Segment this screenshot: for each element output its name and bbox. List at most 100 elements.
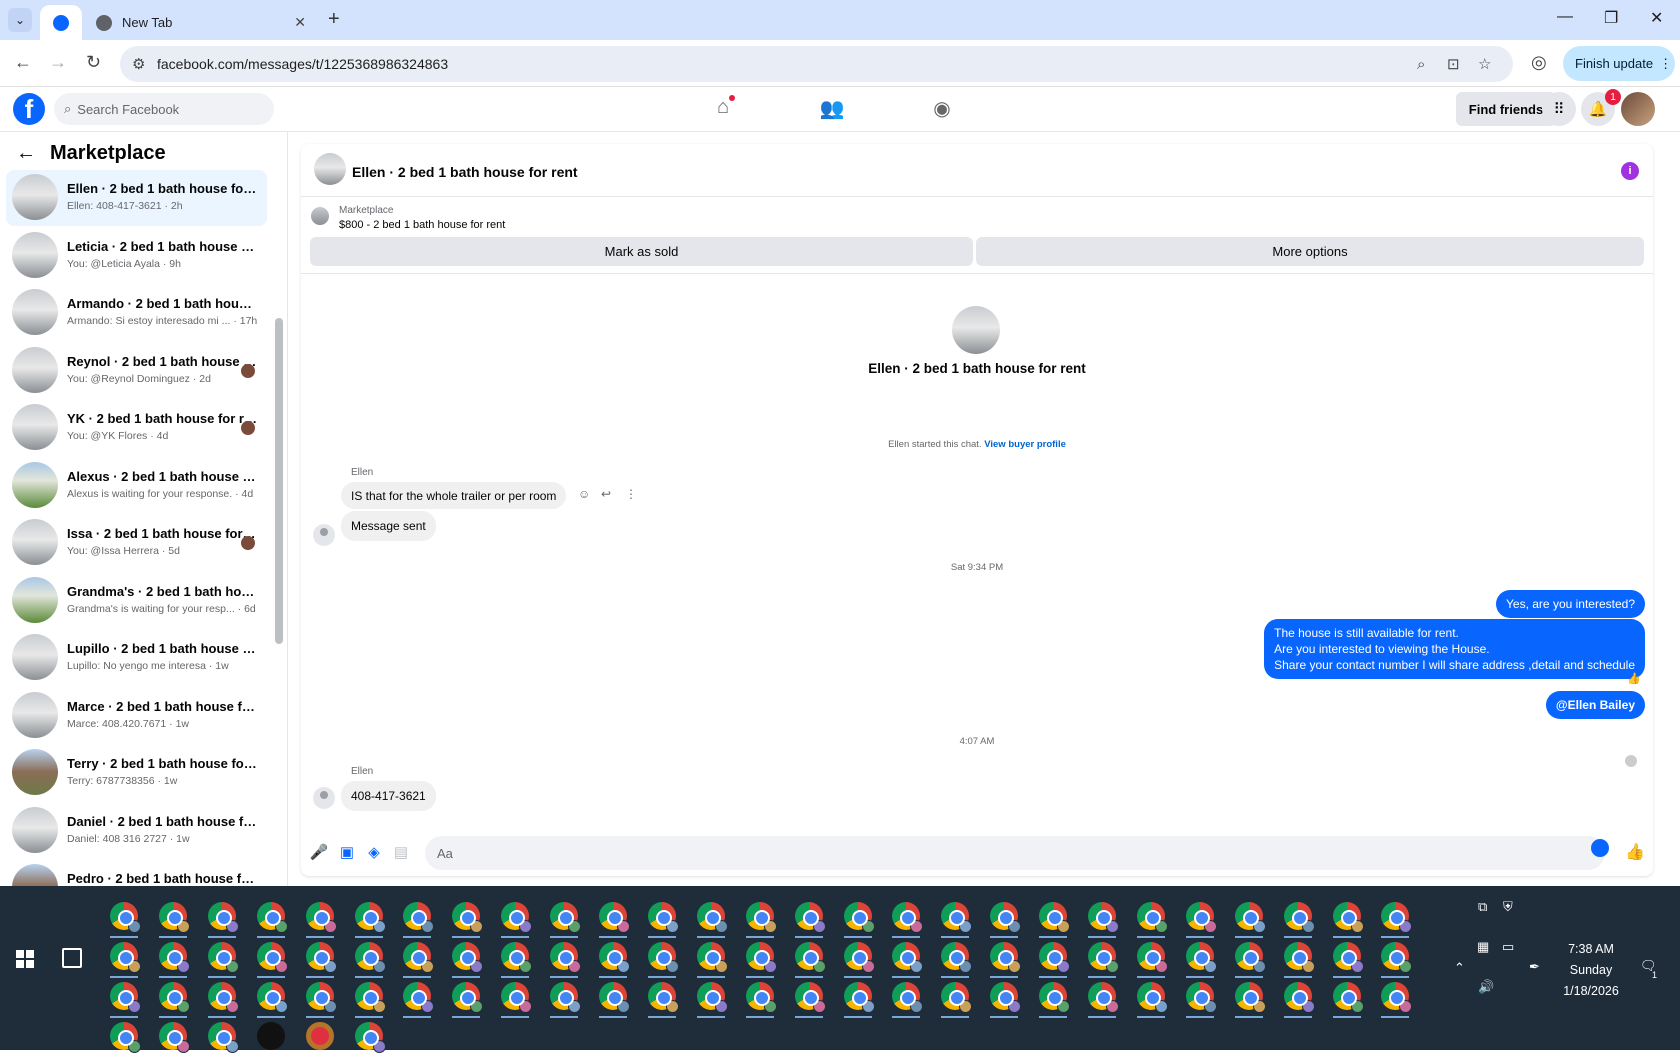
chrome-profile-icon[interactable] [158,982,190,1013]
chrome-profile-icon[interactable] [110,902,141,933]
chrome-profile-icon[interactable] [207,1022,239,1053]
emoji-icon[interactable] [1591,839,1609,857]
chrome-profile-icon[interactable] [794,942,826,973]
show-hidden-icons-icon[interactable]: ⌃ [1454,960,1465,976]
more-actions-icon[interactable]: ⋮ [625,487,637,501]
chrome-profile-icon[interactable] [403,902,435,933]
message-input[interactable]: Aa [425,836,1605,870]
chrome-profile-icon[interactable] [794,982,826,1013]
chrome-profile-icon[interactable] [794,902,826,933]
chrome-profile-icon[interactable] [256,942,288,973]
chrome-profile-icon[interactable] [599,902,630,933]
microphone-icon[interactable]: 🎤 [310,843,329,861]
site-info-icon[interactable]: ⚙ [132,55,145,73]
groups-icon[interactable]: ◉ [929,96,955,122]
chrome-profile-icon[interactable] [990,942,1022,973]
incoming-message[interactable]: IS that for the whole trailer or per roo… [341,482,567,509]
close-window-icon[interactable]: ✕ [1650,8,1663,28]
outgoing-mention[interactable]: @Ellen Bailey [1545,691,1645,719]
chrome-profile-icon[interactable] [550,902,582,933]
chrome-profile-icon[interactable] [1136,902,1168,933]
chrome-profile-icon[interactable] [1185,982,1217,1013]
incoming-message[interactable]: 408-417-3621 [341,781,436,811]
conversation-item[interactable]: Reynol · 2 bed 1 bath house f... You: @Re… [6,343,267,399]
chrome-profile-icon[interactable] [1283,942,1315,973]
chrome-profile-icon[interactable] [1088,902,1119,933]
thumbs-up-icon[interactable]: 👍 [1625,843,1645,861]
chrome-profile-icon[interactable] [354,1022,386,1053]
chrome-profile-icon[interactable] [207,942,239,973]
view-buyer-profile-link[interactable]: View buyer profile [984,439,1066,450]
chrome-profile-icon[interactable] [599,942,630,973]
conversation-item[interactable]: Grandma's · 2 bed 1 bath house ... Grandm… [6,573,267,629]
chat-title[interactable]: Ellen · 2 bed 1 bath house for rent [352,164,578,180]
chrome-profile-icon[interactable] [110,982,141,1013]
chrome-profile-icon[interactable] [110,942,141,973]
menu-grid-icon[interactable]: ⠿ [1542,92,1576,126]
chrome-profile-icon[interactable] [1381,902,1413,933]
chrome-profile-icon[interactable] [1039,942,1071,973]
sticker-icon[interactable]: ◈ [365,843,383,861]
facebook-logo-icon[interactable]: f [13,93,45,125]
chrome-profile-icon[interactable] [892,942,924,973]
chrome-profile-icon[interactable] [990,902,1022,933]
conversation-item[interactable]: Lupillo · 2 bed 1 bath house for ... Lupi… [6,630,267,686]
chrome-profile-icon[interactable] [158,902,190,933]
chrome-profile-icon[interactable] [158,942,190,973]
chrome-profile-icon[interactable] [452,902,484,933]
chrome-profile-icon[interactable] [354,982,386,1013]
chrome-profile-icon[interactable] [110,1022,141,1053]
conversation-item[interactable]: Armando · 2 bed 1 bath house f... Armando… [6,285,267,341]
finish-update-button[interactable]: Finish update ⋮ [1563,46,1675,81]
chrome-profile-icon[interactable] [354,902,386,933]
chrome-profile-icon[interactable] [1234,902,1266,933]
volume-icon[interactable]: 🔊 [1478,979,1494,995]
chrome-profile-icon[interactable] [207,902,239,933]
more-options-button[interactable]: More options [976,237,1644,266]
chrome-profile-icon[interactable] [1185,942,1217,973]
chrome-profile-icon[interactable] [843,902,875,933]
new-tab-button[interactable]: + [328,8,340,31]
listing-price[interactable]: $800 - 2 bed 1 bath house for rent [339,219,505,231]
chrome-profile-icon[interactable] [403,942,435,973]
chrome-profile-icon[interactable] [941,982,973,1013]
zoom-icon[interactable]: ⌕ [1417,56,1425,73]
react-emoji-icon[interactable]: ☺ [578,487,590,501]
chrome-profile-icon[interactable] [941,902,973,933]
forward-arrow-icon[interactable]: → [49,52,67,73]
conversation-item[interactable]: YK · 2 bed 1 bath house for re... You: @Y… [6,400,267,456]
listing-thumbnail[interactable] [314,153,346,185]
chrome-profile-icon[interactable] [745,982,777,1013]
chrome-profile-icon[interactable] [1283,902,1315,933]
chrome-profile-icon[interactable] [1283,982,1315,1013]
sidebar-scrollbar[interactable] [275,318,283,644]
chrome-profile-icon[interactable] [305,902,337,933]
install-app-icon[interactable]: ⊡ [1447,55,1460,73]
facebook-search-input[interactable]: ⌕ Search Facebook [54,93,274,125]
chrome-profile-icon[interactable] [501,942,533,973]
chrome-profile-icon[interactable] [647,982,679,1013]
gif-icon[interactable]: ▤ [392,843,410,861]
incoming-message[interactable]: Message sent [341,511,436,541]
conversation-item[interactable]: Terry · 2 bed 1 bath house for re... Terr… [6,745,267,801]
profile-icon[interactable]: ◎ [1531,52,1547,73]
chrome-profile-icon[interactable] [892,982,924,1013]
chrome-profile-icon[interactable] [1039,982,1071,1013]
task-view-icon[interactable] [62,948,82,968]
info-icon[interactable]: i [1621,162,1639,180]
reload-icon[interactable]: ↻ [86,52,101,73]
chrome-profile-icon[interactable] [696,902,728,933]
reply-icon[interactable]: ↩ [601,487,611,501]
chrome-profile-icon[interactable] [550,982,582,1013]
tab-facebook[interactable] [40,5,82,40]
windows-start-icon[interactable] [16,950,34,968]
find-friends-button[interactable]: Find friends [1456,92,1556,126]
chrome-profile-icon[interactable] [1381,982,1413,1013]
chrome-profile-icon[interactable] [501,982,533,1013]
chrome-profile-icon[interactable] [941,942,973,973]
outgoing-message[interactable]: Yes, are you interested? [1496,590,1645,618]
opera-icon[interactable] [305,1022,334,1050]
bookmark-star-icon[interactable]: ☆ [1478,55,1491,73]
chrome-profile-icon[interactable] [1234,942,1266,973]
chrome-profile-icon[interactable] [256,982,288,1013]
